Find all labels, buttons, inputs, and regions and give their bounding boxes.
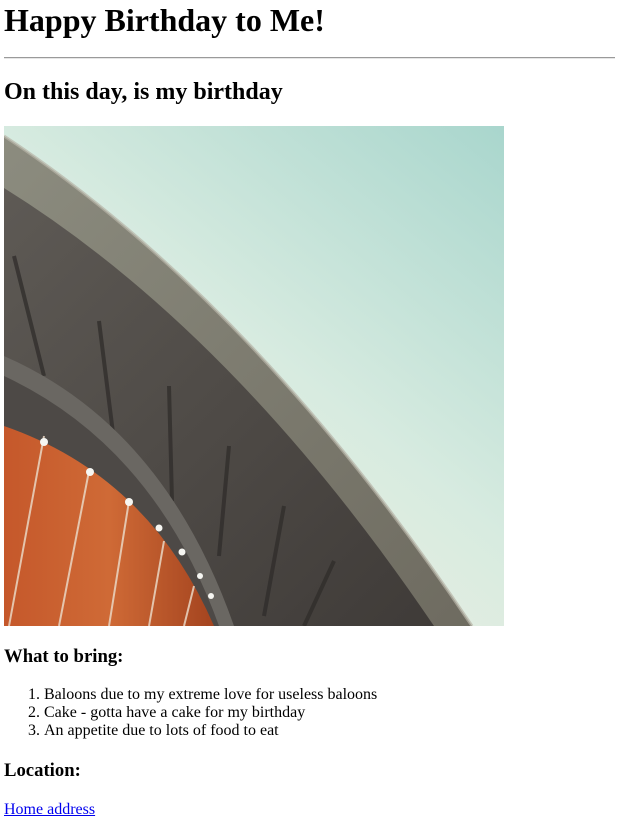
location-heading: Location:	[4, 760, 81, 781]
list-item: Baloons due to my extreme love for usele…	[44, 686, 615, 704]
page-title: Happy Birthday to Me!	[4, 2, 325, 38]
divider	[4, 57, 615, 59]
home-address-link[interactable]: Home address	[4, 801, 95, 819]
birthday-photo	[4, 126, 504, 626]
list-item: An appetite due to lots of food to eat	[44, 722, 615, 740]
bring-list: Baloons due to my extreme love for usele…	[4, 686, 615, 740]
page: Happy Birthday to Me! On this day, is my…	[0, 0, 619, 819]
bring-heading: What to bring:	[4, 646, 124, 667]
page-subtitle: On this day, is my birthday	[4, 79, 283, 105]
list-item: Cake - gotta have a cake for my birthday	[44, 704, 615, 722]
